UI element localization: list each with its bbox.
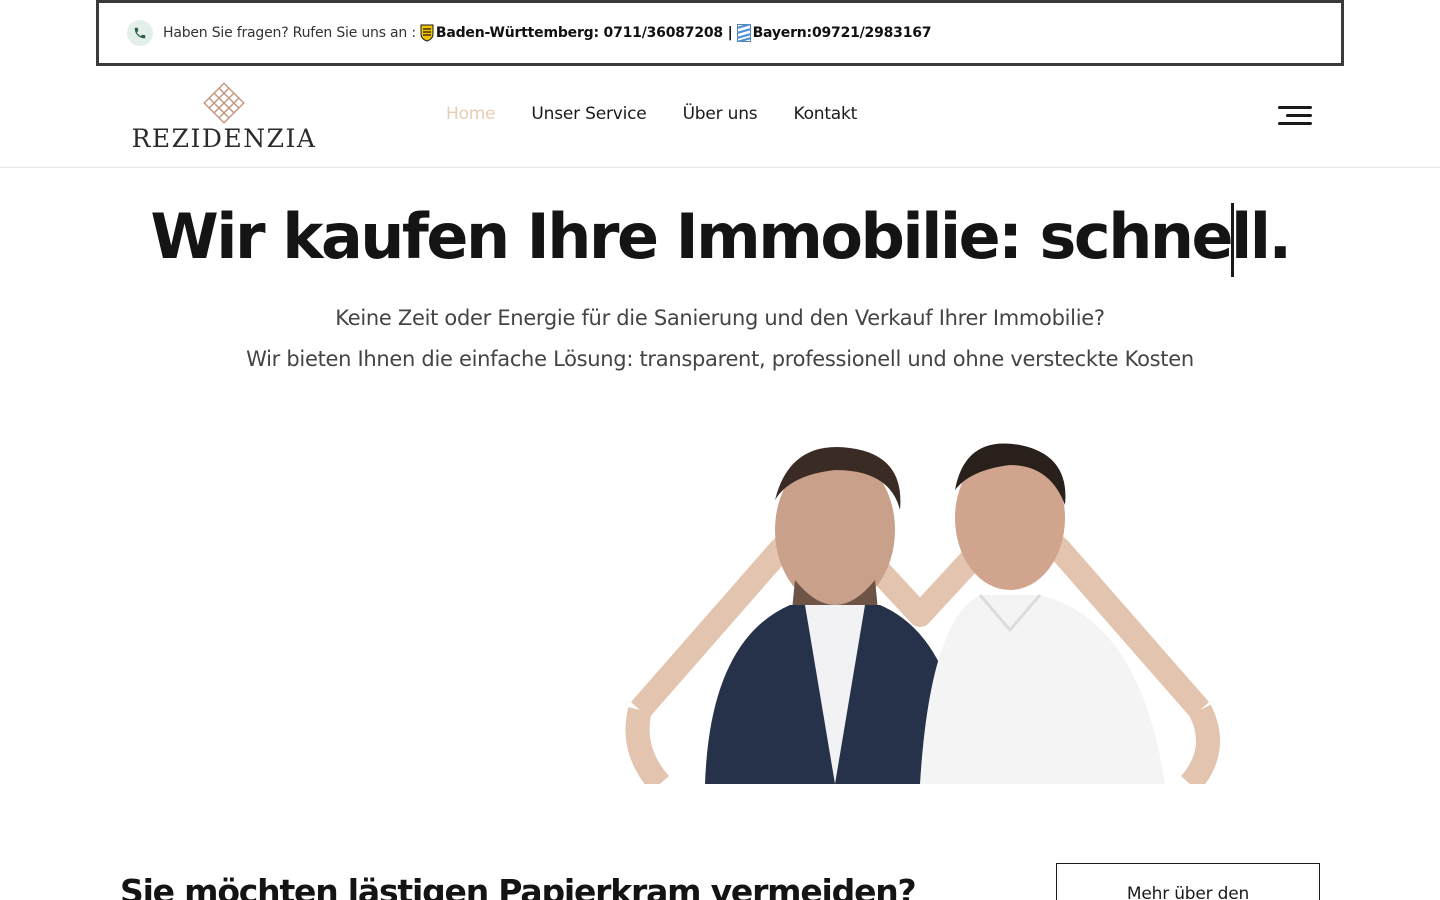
nav-home[interactable]: Home [446, 104, 496, 124]
site-header: REZIDENZIA Home Unser Service Über uns K… [0, 66, 1440, 168]
menu-icon[interactable] [1276, 104, 1312, 130]
phone-icon [127, 20, 153, 46]
main-nav: Home Unser Service Über uns Kontakt [446, 104, 857, 124]
more-about-button[interactable]: Mehr über den [1056, 863, 1320, 900]
phone-baden-wuerttemberg[interactable]: Baden-Württemberg: 0711/36087208 | [436, 25, 733, 41]
bw-flag-icon [420, 24, 434, 42]
bayern-flag-icon [736, 22, 751, 44]
phone-bayern[interactable]: Bayern:09721/2983167 [753, 25, 932, 41]
hero-team-photo [620, 430, 1230, 792]
nav-unser-service[interactable]: Unser Service [531, 104, 646, 124]
hero-title: Wir kaufen Ihre Immobilie: schnell. [150, 200, 1292, 273]
typing-cursor [1231, 203, 1234, 277]
logo[interactable]: REZIDENZIA [124, 80, 324, 156]
nav-ueber-uns[interactable]: Über uns [683, 104, 758, 124]
section-title: Sie möchten lästigen Papierkram vermeide… [120, 872, 917, 900]
nav-kontakt[interactable]: Kontakt [793, 104, 857, 124]
topbar: Haben Sie fragen? Rufen Sie uns an : Bad… [96, 0, 1344, 66]
topbar-prefix: Haben Sie fragen? Rufen Sie uns an : [163, 25, 416, 41]
hero-subtitle-2: Wir bieten Ihnen die einfache Lösung: tr… [246, 347, 1194, 371]
hero-subtitle-1: Keine Zeit oder Energie für die Sanierun… [335, 306, 1105, 330]
logo-lattice-icon [203, 82, 245, 124]
logo-text: REZIDENZIA [131, 124, 317, 153]
